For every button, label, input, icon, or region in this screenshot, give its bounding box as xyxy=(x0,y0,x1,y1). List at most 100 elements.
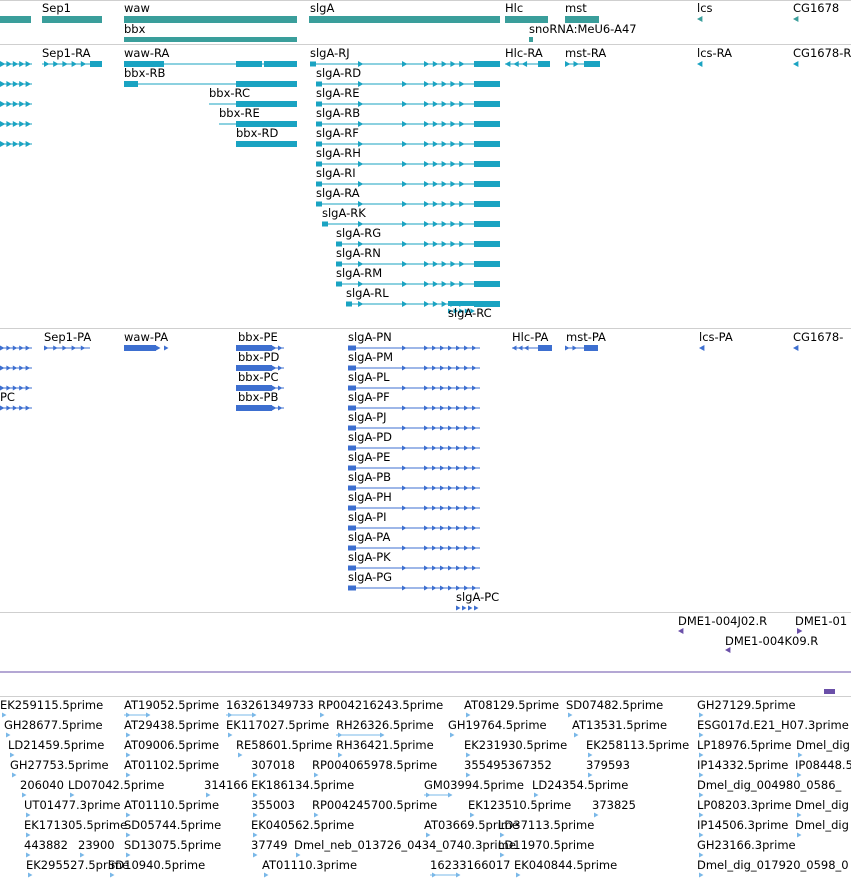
protein-label[interactable]: slgA-PA xyxy=(348,531,390,544)
gene-label[interactable]: snoRNA:MeU6-A47 xyxy=(529,23,637,36)
protein-label[interactable]: slgA-PK xyxy=(348,551,391,564)
transcript-label[interactable]: Hlc-RA xyxy=(505,47,543,60)
est-label[interactable]: AT13531.5prime xyxy=(572,719,667,732)
protein-label[interactable]: Sep1-PA xyxy=(44,331,91,344)
protein-label[interactable]: slgA-PM xyxy=(348,351,393,364)
est-label[interactable]: 206040 xyxy=(20,779,64,792)
est-label[interactable]: AT19052.5prime xyxy=(124,699,219,712)
est-label[interactable]: 16233166017 xyxy=(430,859,510,872)
transcript-label[interactable]: slgA-RN xyxy=(336,247,381,260)
est-label[interactable]: AT01110.5prime xyxy=(124,799,219,812)
gene-label[interactable]: lcs xyxy=(697,2,713,15)
est-label[interactable]: EK117027.5prime xyxy=(226,719,329,732)
transcript-label[interactable]: slgA-RD xyxy=(316,67,361,80)
est-label[interactable]: AT01110.3prime xyxy=(262,859,357,872)
est-label[interactable]: GH19764.5prime xyxy=(448,719,547,732)
gene-label[interactable]: mst xyxy=(565,2,587,15)
protein-label[interactable]: lcs-PA xyxy=(699,331,733,344)
est-label[interactable]: RH26326.5prime xyxy=(336,719,434,732)
transcript-label[interactable]: waw-RA xyxy=(124,47,169,60)
est-label[interactable]: AT01102.5prime xyxy=(124,759,219,772)
est-label[interactable]: Dmel_dig xyxy=(796,739,850,752)
transcript-label[interactable]: slgA-RF xyxy=(316,127,359,140)
est-label[interactable]: LP08203.3prime xyxy=(697,799,791,812)
transcript-label[interactable]: slgA-RE xyxy=(316,87,360,100)
clone-label[interactable]: DME1-004J02.R xyxy=(678,615,767,628)
protein-label[interactable]: bbx-PB xyxy=(238,391,278,404)
transcript-label[interactable]: CG1678-R xyxy=(793,47,851,60)
est-label[interactable]: LD37113.5prime xyxy=(498,819,594,832)
est-label[interactable]: RH36421.5prime xyxy=(336,739,434,752)
transcript-label[interactable]: mst-RA xyxy=(565,47,606,60)
protein-label[interactable]: bbx-PD xyxy=(238,351,279,364)
protein-label[interactable]: mst-PA xyxy=(566,331,606,344)
est-label[interactable]: RP004245700.5prime xyxy=(312,799,437,812)
est-label[interactable]: 379593 xyxy=(586,759,630,772)
gene-label[interactable]: slgA xyxy=(310,2,334,15)
est-label[interactable]: IP08448.5 xyxy=(795,759,851,772)
est-label[interactable]: ESG017d.E21_H07.3prime xyxy=(697,719,849,732)
est-label[interactable]: RE58601.5prime xyxy=(236,739,332,752)
transcript-label[interactable]: slgA-RM xyxy=(336,267,382,280)
protein-label[interactable]: slgA-PD xyxy=(348,431,392,444)
est-label[interactable]: 443882 xyxy=(24,839,68,852)
est-label[interactable]: IP14332.5prime xyxy=(697,759,788,772)
est-label[interactable]: Dmel_dig_017920_0598_0 xyxy=(697,859,849,872)
est-label[interactable]: Dmel_dig xyxy=(795,819,849,832)
est-label[interactable]: UT01477.3prime xyxy=(24,799,121,812)
est-label[interactable]: 355003 xyxy=(251,799,295,812)
est-label[interactable]: GH27129.5prime xyxy=(697,699,796,712)
est-label[interactable]: SD13075.5prime xyxy=(124,839,221,852)
est-label[interactable]: SD07482.5prime xyxy=(566,699,663,712)
protein-label[interactable]: waw-PA xyxy=(124,331,168,344)
transcript-label[interactable]: slgA-RJ xyxy=(310,47,350,60)
transcript-label[interactable]: slgA-RC xyxy=(448,307,492,320)
protein-label[interactable]: bbx-PE xyxy=(238,331,278,344)
transcript-label[interactable]: bbx-RD xyxy=(236,127,278,140)
clone-label[interactable]: DME1-004K09.R xyxy=(725,635,818,648)
est-label[interactable]: EK231930.5prime xyxy=(464,739,567,752)
gene-label[interactable]: bbx xyxy=(124,23,145,36)
transcript-label[interactable]: slgA-RI xyxy=(316,167,356,180)
est-label[interactable]: LD07042.5prime xyxy=(68,779,164,792)
est-label[interactable]: 355495367352 xyxy=(464,759,552,772)
est-label[interactable]: Dmel_neb_013726_0434_0740.3prime xyxy=(294,839,516,852)
gene-label[interactable]: Sep1 xyxy=(42,2,71,15)
est-label[interactable]: Dmel_dig xyxy=(795,799,849,812)
protein-label[interactable]: Hlc-PA xyxy=(512,331,548,344)
transcript-label[interactable]: bbx-RC xyxy=(209,87,250,100)
est-label[interactable]: GH28677.5prime xyxy=(4,719,103,732)
est-label[interactable]: GH23166.3prime xyxy=(697,839,796,852)
gene-label[interactable]: Hlc xyxy=(505,2,523,15)
est-label[interactable]: 23900 xyxy=(78,839,115,852)
protein-label[interactable]: slgA-PN xyxy=(348,331,392,344)
est-label[interactable]: GM03994.5prime xyxy=(424,779,524,792)
protein-label[interactable]: slgA-PH xyxy=(348,491,392,504)
est-label[interactable]: SD05744.5prime xyxy=(124,819,221,832)
est-label[interactable]: EK123510.5prime xyxy=(468,799,571,812)
transcript-label[interactable]: bbx-RB xyxy=(124,67,165,80)
est-label[interactable]: EK171305.5prime xyxy=(24,819,127,832)
est-label[interactable]: 314166 xyxy=(204,779,248,792)
est-label[interactable]: EK040562.5prime xyxy=(251,819,354,832)
est-label[interactable]: SD10940.5prime xyxy=(108,859,205,872)
est-label[interactable]: LD24354.5prime xyxy=(532,779,628,792)
transcript-label[interactable]: Sep1-RA xyxy=(42,47,91,60)
est-label[interactable]: IP14506.3prime xyxy=(697,819,788,832)
est-label[interactable]: RP004065978.5prime xyxy=(312,759,437,772)
protein-label[interactable]: slgA-PG xyxy=(348,571,392,584)
transcript-label[interactable]: lcs-RA xyxy=(697,47,732,60)
est-label[interactable]: AT29438.5prime xyxy=(124,719,219,732)
protein-label[interactable]: slgA-PL xyxy=(348,371,390,384)
protein-label[interactable]: slgA-PJ xyxy=(348,411,387,424)
transcript-label[interactable]: bbx-RE xyxy=(219,107,260,120)
est-label[interactable]: LP18976.5prime xyxy=(697,739,791,752)
est-label[interactable]: RP004216243.5prime xyxy=(318,699,443,712)
clone-label[interactable]: DME1-01 xyxy=(795,615,847,628)
transcript-label[interactable]: slgA-RG xyxy=(336,227,381,240)
est-label[interactable]: LD11970.5prime xyxy=(498,839,594,852)
transcript-label[interactable]: slgA-RK xyxy=(322,207,366,220)
est-label[interactable]: LD21459.5prime xyxy=(8,739,104,752)
protein-label[interactable]: slgA-PE xyxy=(348,451,390,464)
protein-label[interactable]: bbx-PC xyxy=(238,371,279,384)
